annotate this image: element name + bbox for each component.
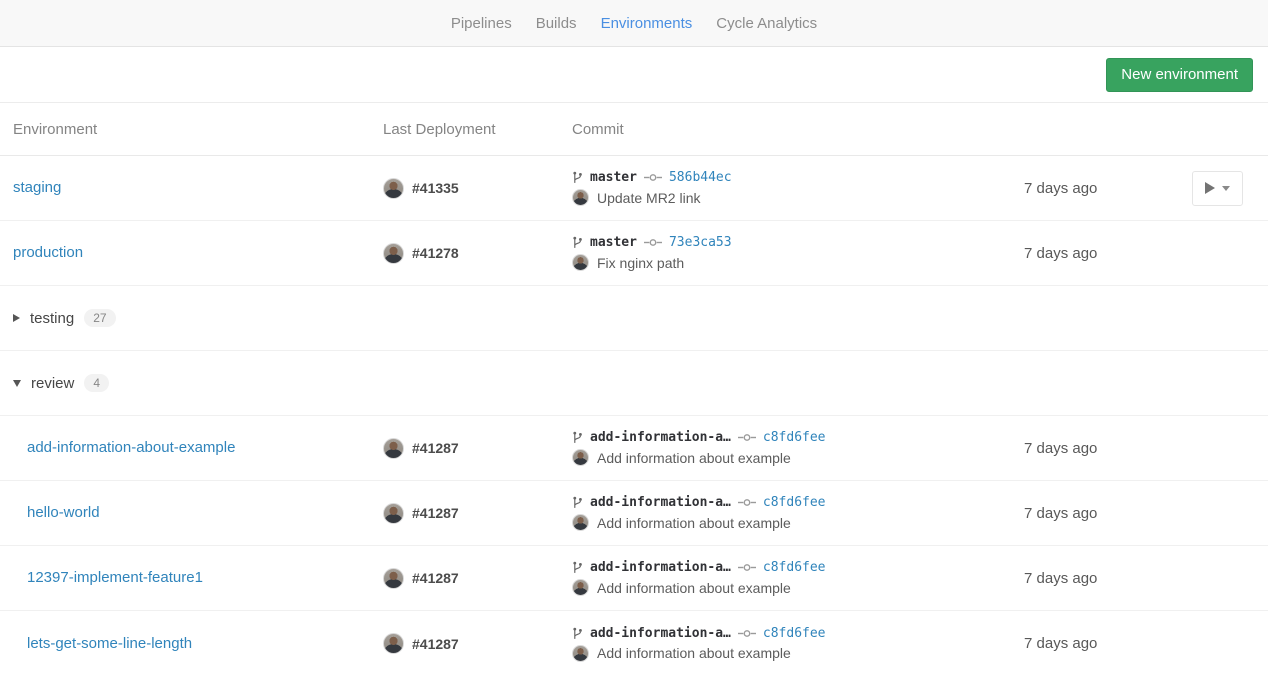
environment-row-child: add-information-about-example #41287 add… (0, 416, 1268, 481)
commit-message[interactable]: Add information about example (597, 580, 791, 596)
chevron-right-icon (13, 314, 20, 322)
deploy-user-avatar[interactable] (383, 568, 404, 589)
deployment-date: 7 days ago (1024, 440, 1180, 457)
deployment-date: 7 days ago (1024, 245, 1180, 262)
commit-sha-link[interactable]: c8fd6fee (763, 560, 826, 575)
deployment-id: #41287 (412, 570, 459, 586)
commit-author-avatar[interactable] (572, 189, 589, 206)
commit-message[interactable]: Add information about example (597, 645, 791, 661)
deploy-user-avatar[interactable] (383, 503, 404, 524)
environments-table: Environment Last Deployment Commit stagi… (0, 103, 1268, 676)
branch-icon (572, 496, 583, 509)
branch-icon (572, 627, 583, 640)
chevron-down-icon (1222, 186, 1230, 191)
commit-message[interactable]: Update MR2 link (597, 190, 701, 206)
environment-link[interactable]: lets-get-some-line-length (27, 635, 192, 652)
branch-name[interactable]: master (590, 170, 637, 185)
branch-icon (572, 236, 583, 249)
branch-icon (572, 561, 583, 574)
tab-pipelines[interactable]: Pipelines (451, 15, 512, 32)
tab-cycle-analytics[interactable]: Cycle Analytics (716, 15, 817, 32)
environment-count-badge: 27 (84, 309, 115, 327)
environment-row-child: 12397-implement-feature1 #41287 add-info… (0, 546, 1268, 611)
environment-folder-review[interactable]: review 4 (0, 351, 1268, 416)
deploy-user-avatar[interactable] (383, 438, 404, 459)
branch-name[interactable]: master (590, 235, 637, 250)
deploy-user-avatar[interactable] (383, 633, 404, 654)
deployment-id: #41278 (412, 245, 459, 261)
commit-author-avatar[interactable] (572, 514, 589, 531)
deploy-user-avatar[interactable] (383, 243, 404, 264)
branch-icon (572, 431, 583, 444)
chevron-down-icon (13, 380, 21, 387)
deployment-date: 7 days ago (1024, 505, 1180, 522)
commit-icon (738, 498, 756, 507)
environment-row-production: production #41278 master 73e3ca53 Fix ng… (0, 221, 1268, 286)
deployment-date: 7 days ago (1024, 635, 1180, 652)
play-icon (1205, 182, 1215, 194)
environment-count-badge: 4 (84, 374, 109, 392)
commit-sha-link[interactable]: c8fd6fee (763, 495, 826, 510)
deployment-date: 7 days ago (1024, 180, 1180, 197)
folder-name: testing (30, 310, 74, 327)
deployment-date: 7 days ago (1024, 570, 1180, 587)
commit-icon (738, 563, 756, 572)
commit-author-avatar[interactable] (572, 449, 589, 466)
commit-sha-link[interactable]: c8fd6fee (763, 626, 826, 641)
column-header-commit: Commit (572, 121, 1024, 138)
commit-message[interactable]: Add information about example (597, 515, 791, 531)
deploy-user-avatar[interactable] (383, 178, 404, 199)
environment-link[interactable]: hello-world (27, 504, 100, 521)
column-header-last-deployment: Last Deployment (383, 121, 572, 138)
column-header-environment: Environment (13, 121, 383, 138)
commit-author-avatar[interactable] (572, 645, 589, 662)
table-header-row: Environment Last Deployment Commit (0, 103, 1268, 156)
environment-link[interactable]: production (13, 244, 83, 261)
tab-environments[interactable]: Environments (601, 15, 693, 32)
deployment-id: #41287 (412, 636, 459, 652)
commit-icon (738, 433, 756, 442)
commit-sha-link[interactable]: 586b44ec (669, 170, 732, 185)
actions-bar: New environment (0, 47, 1268, 103)
commit-sha-link[interactable]: 73e3ca53 (669, 235, 732, 250)
deployment-id: #41335 (412, 180, 459, 196)
branch-name[interactable]: add-information-a… (590, 430, 731, 445)
commit-icon (644, 238, 662, 247)
branch-icon (572, 171, 583, 184)
branch-name[interactable]: add-information-a… (590, 560, 731, 575)
environment-link[interactable]: 12397-implement-feature1 (27, 569, 203, 586)
environment-folder-testing[interactable]: testing 27 (0, 286, 1268, 351)
commit-icon (644, 173, 662, 182)
folder-name: review (31, 375, 74, 392)
manual-action-dropdown-button[interactable] (1192, 171, 1243, 206)
tab-builds[interactable]: Builds (536, 15, 577, 32)
environment-link[interactable]: staging (13, 179, 61, 196)
environment-row-child: hello-world #41287 add-information-a… c8… (0, 481, 1268, 546)
project-tabs: Pipelines Builds Environments Cycle Anal… (0, 0, 1268, 47)
new-environment-button[interactable]: New environment (1106, 58, 1253, 92)
commit-message[interactable]: Fix nginx path (597, 255, 684, 271)
commit-author-avatar[interactable] (572, 254, 589, 271)
commit-author-avatar[interactable] (572, 579, 589, 596)
deployment-id: #41287 (412, 505, 459, 521)
commit-icon (738, 629, 756, 638)
environment-row-child: lets-get-some-line-length #41287 add-inf… (0, 611, 1268, 676)
branch-name[interactable]: add-information-a… (590, 495, 731, 510)
commit-sha-link[interactable]: c8fd6fee (763, 430, 826, 445)
commit-message[interactable]: Add information about example (597, 450, 791, 466)
deployment-id: #41287 (412, 440, 459, 456)
environment-row-staging: staging #41335 master 586b44ec Update MR… (0, 156, 1268, 221)
environment-link[interactable]: add-information-about-example (27, 439, 235, 456)
branch-name[interactable]: add-information-a… (590, 626, 731, 641)
